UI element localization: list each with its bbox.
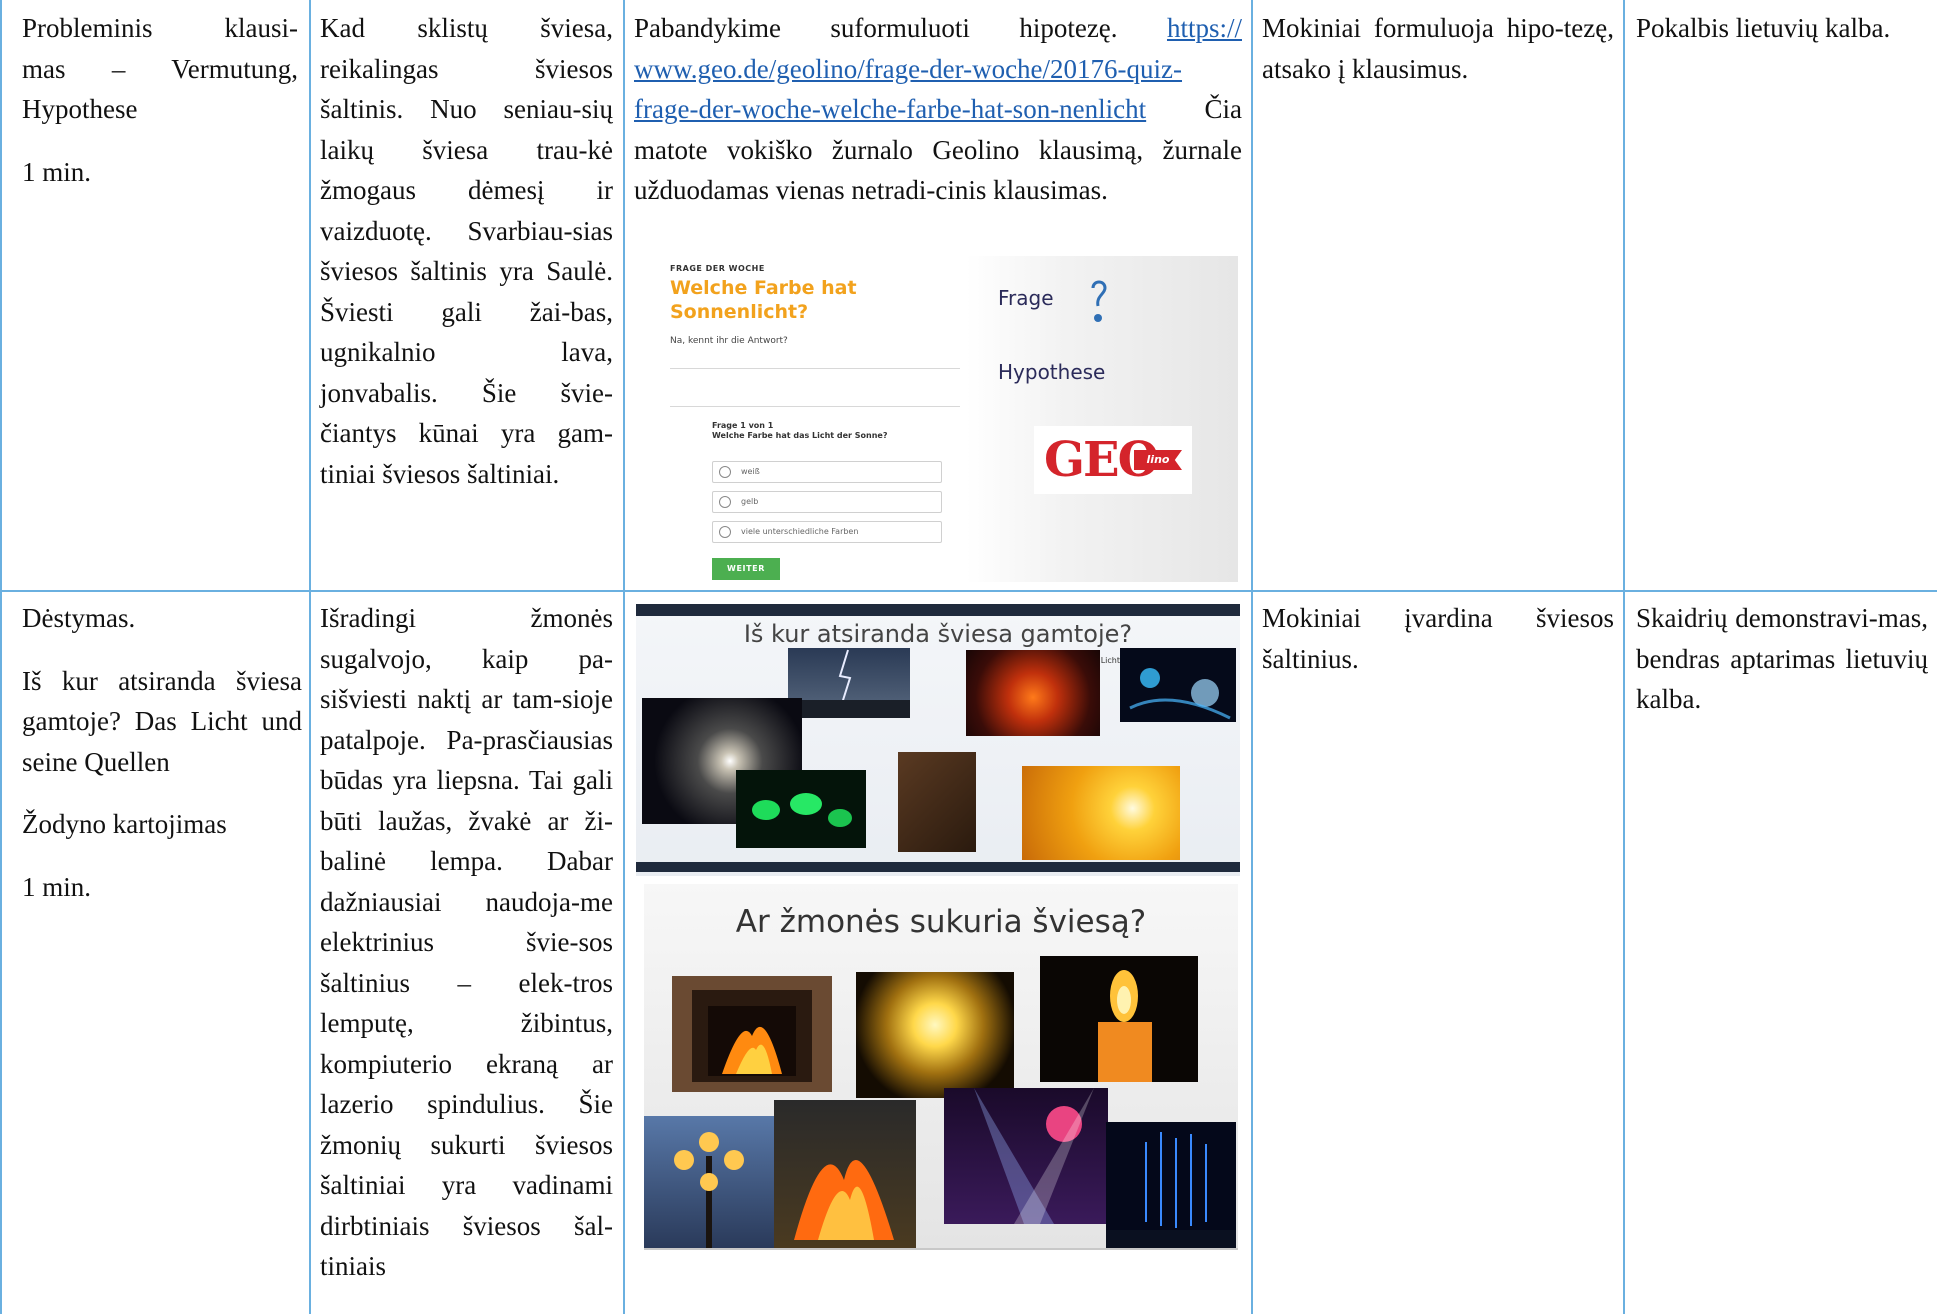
stage-line: mas – Vermutung, — [22, 53, 298, 84]
quiz-panel: FRAGE DER WOCHE Welche Farbe hat Sonnenl… — [646, 256, 966, 582]
stage-duration: 1 min. — [22, 871, 92, 902]
slide-title: Ar žmonės sukuria šviesą? — [735, 904, 1147, 940]
fireflies-photo — [736, 770, 866, 848]
fireplace-photo — [672, 976, 832, 1092]
option-label: gelb — [741, 497, 759, 506]
quiz-question-block: Frage 1 von 1 Welche Farbe hat das Licht… — [712, 421, 888, 441]
radio-icon — [719, 526, 731, 538]
stage-duration: 1 min. — [22, 156, 92, 187]
geolino-quiz-slide: FRAGE DER WOCHE Welche Farbe hat Sonnenl… — [646, 256, 1238, 582]
stage-line: Hypothese — [22, 94, 138, 124]
teacher-activity-cell-2: Išradingi žmonės sugalvojo, kaip pa-sišv… — [320, 603, 613, 1281]
beetle-photo — [898, 752, 976, 852]
divider — [670, 368, 960, 369]
nature-light-slide: Iš kur atsiranda šviesa gamtoje? Wie ent… — [636, 604, 1240, 876]
geolino-logo: GEO lino — [1034, 426, 1192, 494]
campfire-photo — [774, 1100, 916, 1248]
column-divider — [309, 0, 311, 1314]
column-divider — [623, 0, 625, 1314]
quiz-option[interactable]: gelb — [712, 491, 942, 513]
candle-photo — [1040, 956, 1198, 1082]
materials-intro: Pabandykime suformuluoti hipotezę. — [634, 13, 1118, 43]
divider — [670, 406, 960, 407]
quiz-overline: FRAGE DER WOCHE — [670, 264, 765, 273]
weiter-button[interactable]: WEITER — [712, 558, 780, 580]
radio-icon — [719, 496, 731, 508]
quiz-option[interactable]: viele unterschiedliche Farben — [712, 521, 942, 543]
glowing-sea-creatures-photo — [1120, 648, 1236, 722]
quiz-option[interactable]: weiß — [712, 461, 942, 483]
sunlight-photo — [1022, 766, 1180, 860]
teacher-activity-cell-1: Kad sklistų šviesa, reikalingas šviesos … — [320, 13, 613, 489]
stage-cell-1: Probleminis klausi- mas – Vermutung, Hyp… — [22, 8, 298, 192]
slide-title: Iš kur atsiranda šviesa gamtoje? — [743, 620, 1133, 648]
option-label: weiß — [741, 467, 760, 476]
stage-line: Iš kur atsiranda šviesa gamtoje? Das Lic… — [22, 665, 302, 777]
human-light-slide: Ar žmonės sukuria šviesą? — [644, 884, 1238, 1250]
slide-bar — [636, 604, 1240, 616]
method-cell-1: Pokalbis lietuvių kalba. — [1636, 13, 1891, 43]
led-tree-photo — [1106, 1122, 1236, 1248]
hypothese-label: Hypothese — [998, 360, 1106, 384]
method-cell-2: Skaidrių demonstravi-mas, bendras aptari… — [1636, 603, 1928, 714]
quiz-question: Welche Farbe hat das Licht der Sonne? — [712, 431, 888, 440]
lightning-photo — [788, 648, 910, 718]
quiz-question-number: Frage 1 von 1 — [712, 421, 774, 430]
stage-line: Žodyno kartojimas — [22, 809, 227, 839]
student-activity-cell-2: Mokiniai įvardina šviesos šaltinius. — [1262, 603, 1614, 674]
materials-cell-1: Pabandykime suformuluoti hipotezę. https… — [634, 8, 1242, 211]
option-label: viele unterschiedliche Farben — [741, 527, 859, 536]
light-bulb-photo — [856, 972, 1014, 1098]
stage-line: Dėstymas. — [22, 603, 136, 633]
column-divider — [1623, 0, 1625, 1314]
radio-icon — [719, 466, 731, 478]
street-lamp-photo — [644, 1116, 774, 1248]
stage-line: Probleminis klausi- — [22, 13, 298, 43]
frage-label: Frage — [998, 286, 1054, 310]
student-activity-cell-1: Mokiniai formuluoja hipo-tezę, atsako į … — [1262, 13, 1614, 84]
stage-lights-photo — [944, 1088, 1108, 1224]
quiz-subtitle: Na, kennt ihr die Antwort? — [670, 336, 788, 346]
stage-cell-2: Dėstymas. Iš kur atsiranda šviesa gamtoj… — [22, 598, 302, 907]
question-mark-icon — [1091, 280, 1107, 322]
table-border-left — [0, 0, 2, 1314]
row-divider — [0, 590, 1937, 592]
quiz-title: Welche Farbe hat Sonnenlicht? — [670, 277, 857, 323]
column-divider — [1251, 0, 1253, 1314]
lesson-plan-table: Probleminis klausi- mas – Vermutung, Hyp… — [0, 0, 1937, 1314]
slide-bar — [636, 862, 1240, 872]
volcano-photo — [966, 650, 1100, 736]
